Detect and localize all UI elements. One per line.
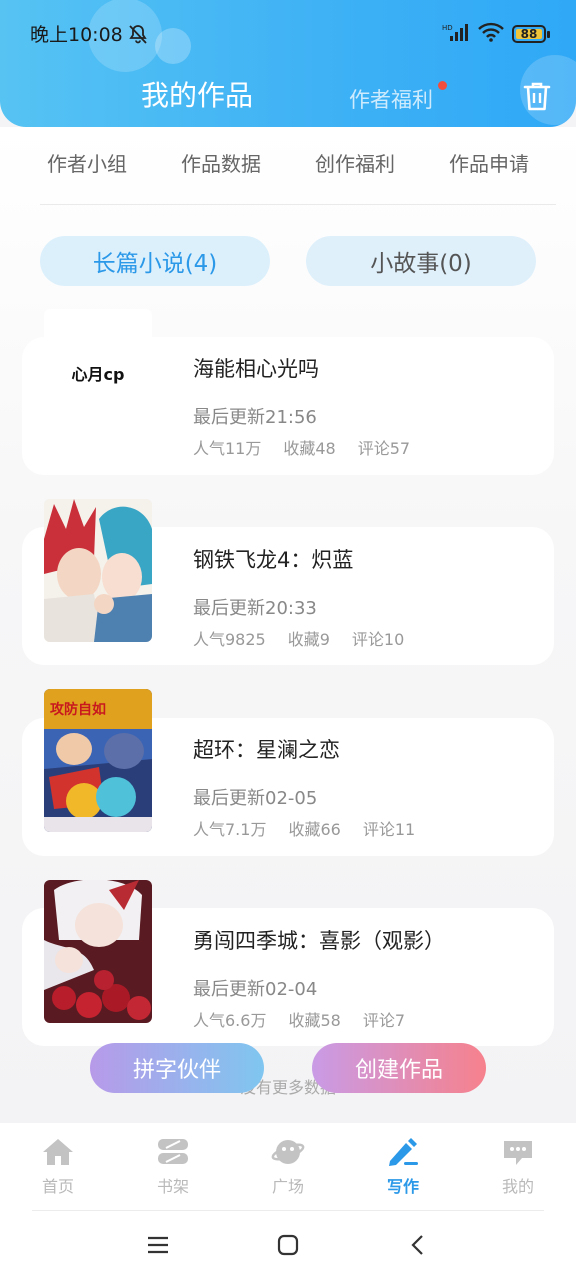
work-popularity: 人气6.6万	[193, 1011, 267, 1030]
pen-icon	[389, 1138, 418, 1166]
work-updated: 最后更新21:56	[193, 407, 317, 428]
cover-text: 心月cp	[71, 365, 125, 384]
work-popularity: 人气9825	[193, 630, 266, 649]
tab-label: 写作	[386, 1177, 419, 1196]
network-label: HD	[442, 24, 453, 32]
work-favorites: 收藏9	[287, 630, 330, 649]
work-favorites: 收藏66	[288, 820, 341, 839]
work-popularity: 人气7.1万	[193, 820, 267, 839]
subnav-work-application[interactable]: 作品申请	[449, 148, 529, 177]
square-icon	[277, 1234, 299, 1256]
chat-icon	[504, 1141, 532, 1165]
work-favorites: 收藏48	[283, 439, 336, 458]
back-button[interactable]	[406, 1233, 430, 1261]
notification-dot	[438, 81, 447, 90]
work-comments: 评论7	[362, 1011, 406, 1030]
signal-icon: HD	[442, 22, 470, 46]
partner-button[interactable]: 拼字伙伴	[90, 1043, 264, 1093]
tab-mine[interactable]: 我的	[478, 1137, 558, 1197]
work-title: 钢铁飞龙4：炽蓝	[193, 548, 354, 572]
trash-button[interactable]	[522, 80, 552, 112]
work-favorites: 收藏58	[288, 1011, 341, 1030]
tab-writing[interactable]: 写作	[363, 1137, 443, 1197]
battery-icon: 88	[512, 25, 550, 43]
work-comments: 评论57	[357, 439, 411, 458]
work-stats: 人气7.1万 收藏66 评论11	[193, 816, 437, 840]
work-comments: 评论10	[351, 630, 405, 649]
menu-icon	[148, 1236, 168, 1254]
cover-text: 攻防自如	[50, 701, 106, 718]
work-title: 超环：星澜之恋	[193, 738, 340, 762]
wifi-icon	[478, 22, 504, 46]
work-stats: 人气11万 收藏48 评论57	[193, 435, 432, 459]
work-popularity: 人气11万	[193, 439, 262, 458]
work-updated: 最后更新20:33	[193, 598, 317, 619]
tab-square[interactable]: 广场	[248, 1137, 328, 1197]
back-icon	[411, 1235, 423, 1255]
tab-label: 广场	[271, 1177, 304, 1196]
cover-illustration	[44, 499, 152, 642]
status-bar: 晚上10:08 HD 88	[0, 0, 576, 66]
work-cover: 攻防自如	[44, 689, 152, 832]
tab-bookshelf[interactable]: 书架	[133, 1137, 213, 1197]
tab-label: 首页	[41, 1177, 74, 1196]
mute-icon	[127, 23, 149, 49]
work-title: 海能相心光吗	[193, 357, 319, 381]
work-comments: 评论11	[362, 820, 416, 839]
app-header: 晚上10:08 HD 88 我的作品 作者福利	[0, 0, 576, 127]
battery-level: 88	[520, 27, 538, 41]
tab-label: 我的	[501, 1177, 534, 1196]
work-updated: 最后更新02-05	[193, 788, 318, 809]
subnav-work-data[interactable]: 作品数据	[181, 148, 261, 177]
work-stats: 人气9825 收藏9 评论10	[193, 626, 426, 650]
subnav-author-group[interactable]: 作者小组	[47, 148, 127, 177]
work-cover	[44, 499, 152, 642]
cover-illustration: 攻防自如	[44, 689, 152, 832]
author-subnav: 作者小组 作品数据 创作福利 作品申请	[0, 148, 576, 178]
subnav-creation-benefits[interactable]: 创作福利	[315, 148, 395, 177]
menu-button[interactable]	[146, 1233, 170, 1261]
category-story-button[interactable]: 小故事(0)	[306, 236, 536, 286]
work-updated: 最后更新02-04	[193, 979, 318, 1000]
home-button[interactable]	[276, 1233, 300, 1261]
create-work-button[interactable]: 创建作品	[312, 1043, 486, 1093]
system-nav-bar	[0, 1211, 576, 1280]
home-icon	[43, 1139, 73, 1165]
no-more-data: 没有更多数据	[239, 1078, 336, 1097]
tab-label: 书架	[156, 1177, 189, 1196]
bottom-tab-bar: 首页 书架 广场 写作 我的	[0, 1123, 576, 1211]
cover-illustration	[44, 880, 152, 1023]
work-cover	[44, 880, 152, 1023]
work-cover: 心月cp	[44, 309, 152, 452]
work-title: 勇闯四季城：喜影（观影）	[193, 929, 445, 953]
work-stats: 人气6.6万 收藏58 评论7	[193, 1007, 427, 1031]
status-time: 晚上10:08	[30, 24, 123, 46]
planet-icon	[271, 1140, 305, 1164]
system-icons: HD 88	[442, 22, 550, 46]
tab-author-benefits[interactable]: 作者福利	[349, 84, 433, 114]
tab-my-works[interactable]: 我的作品	[141, 74, 253, 114]
divider	[40, 204, 556, 205]
trash-icon	[523, 82, 551, 111]
category-novel-button[interactable]: 长篇小说(4)	[40, 236, 270, 286]
tab-home[interactable]: 首页	[18, 1137, 98, 1197]
bookshelf-icon	[158, 1139, 188, 1164]
